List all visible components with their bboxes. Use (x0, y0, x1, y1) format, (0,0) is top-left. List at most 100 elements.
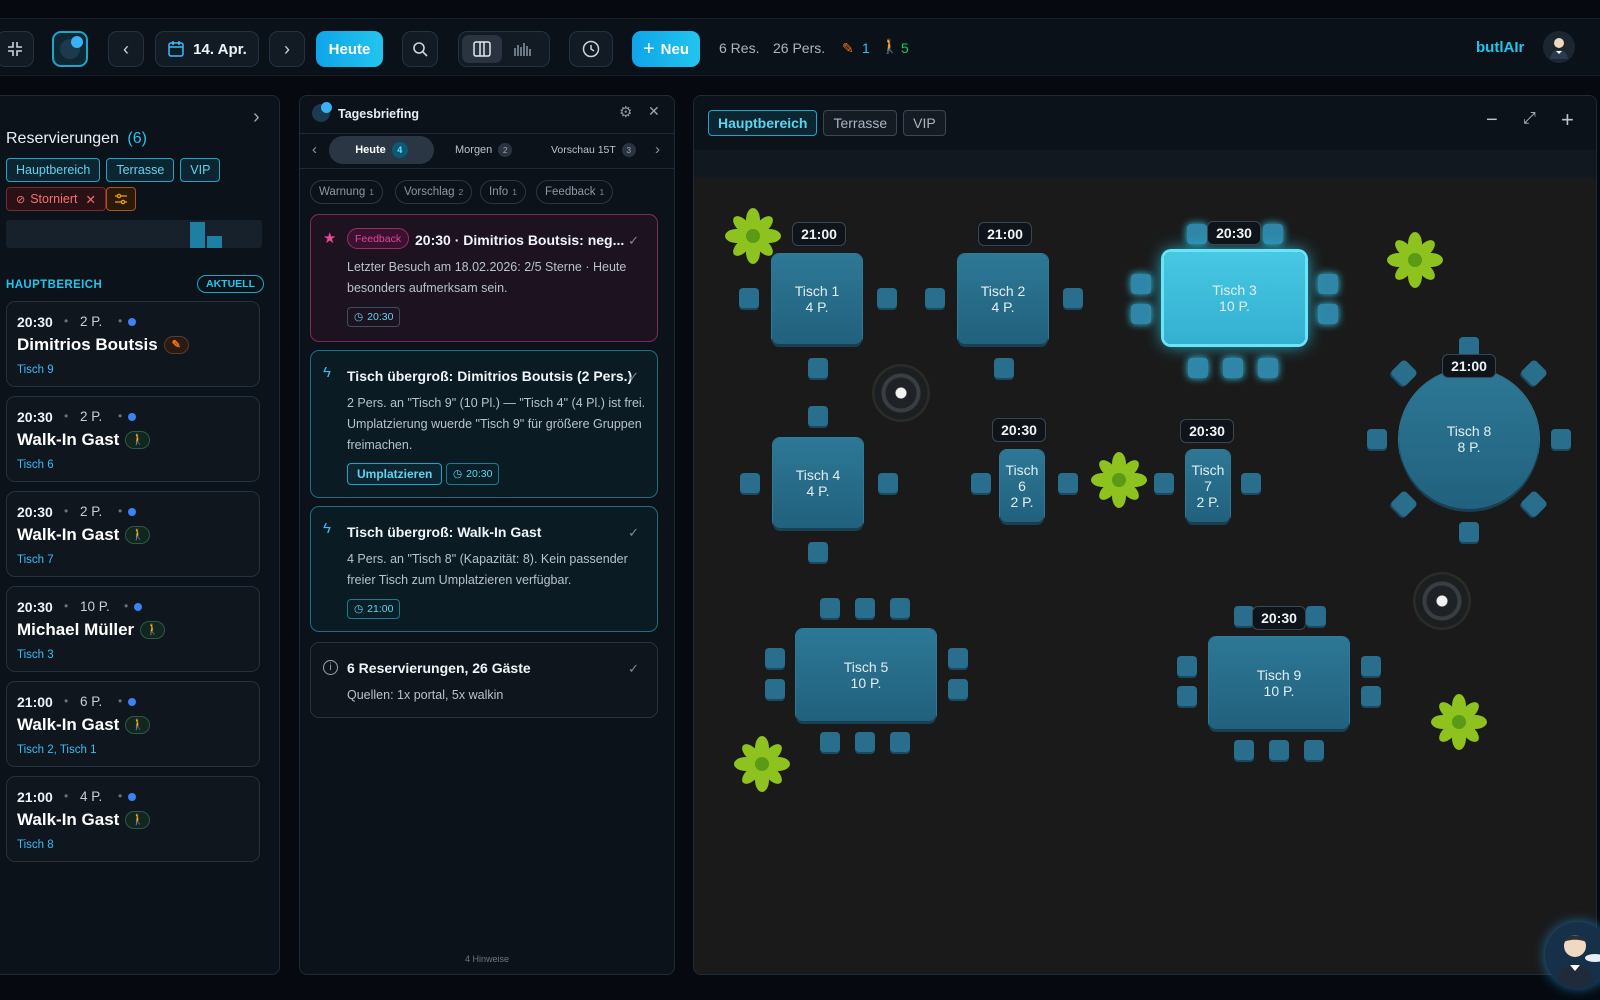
reservation-time: 21:00 (17, 694, 53, 710)
table-tisch-3[interactable]: Tisch 3 10 P. (1164, 252, 1305, 344)
reservation-card[interactable]: 20:30 • 2 P. • Dimitrios Boutsis ✎ Tisch 9 (6, 301, 260, 387)
seat (1318, 274, 1338, 294)
date-label: 14. Apr. (193, 40, 247, 58)
briefing-card-oversize-1[interactable]: ϟ Tisch übergroß: Dimitrios Boutsis (2 P… (310, 350, 658, 498)
tabs-prev-icon[interactable]: ‹ (312, 141, 317, 158)
seat (765, 648, 785, 668)
cancelled-filter-chip[interactable]: ⊘ Storniert ✕ (6, 187, 106, 211)
table-name: Tisch 8 (1446, 423, 1492, 439)
walkin-icon: 🚶 (881, 38, 899, 54)
table-tisch-8[interactable]: Tisch 88 P. (1399, 369, 1539, 509)
table-tisch-2[interactable]: Tisch 24 P. (958, 254, 1048, 344)
dismiss-check-icon[interactable]: ✓ (628, 525, 639, 541)
clock-icon (582, 40, 600, 58)
next-day-button[interactable]: › (269, 31, 305, 67)
today-button[interactable]: Heute (316, 31, 383, 67)
tab-morgen[interactable]: Morgen 2 (455, 136, 525, 164)
assistant-avatar-button[interactable] (1545, 922, 1600, 988)
remove-filter-icon[interactable]: ✕ (85, 192, 95, 207)
briefing-card-summary[interactable]: i 6 Reservierungen, 26 Gäste ✓ Quellen: … (310, 642, 658, 718)
separator: • (64, 409, 69, 423)
dismiss-check-icon[interactable]: ✓ (628, 369, 639, 385)
seat (1241, 473, 1261, 493)
tab-vorschau[interactable]: Vorschau 15T 3 (551, 136, 641, 164)
dismiss-check-icon[interactable]: ✓ (628, 661, 639, 677)
cancelled-label: Storniert (30, 192, 78, 206)
user-avatar[interactable] (1543, 31, 1575, 63)
separator: • (64, 789, 69, 803)
seat (1131, 304, 1151, 324)
tabs-next-icon[interactable]: › (655, 141, 660, 158)
reservation-card[interactable]: 20:30 • 2 P. • Walk-In Gast 🚶 Tisch 7 (6, 491, 260, 577)
history-button[interactable] (569, 31, 613, 67)
subtab-label: Vorschlag (404, 186, 455, 198)
seat (1187, 224, 1207, 244)
table-tisch-4[interactable]: Tisch 44 P. (773, 438, 863, 528)
columns-icon (473, 41, 491, 57)
table-tisch-9[interactable]: Tisch 9 10 P. (1209, 637, 1349, 729)
reservation-time: 20:30 (17, 504, 53, 520)
card-title: 20:30 · Dimitrios Boutsis: neg... (415, 232, 625, 248)
separator: • (64, 599, 69, 613)
subtab-feedback[interactable]: Feedback 1 (536, 180, 614, 204)
gear-icon[interactable]: ⚙ (619, 103, 632, 121)
subtab-warnung[interactable]: Warnung 1 (310, 180, 383, 204)
panel-collapse-chevron-icon[interactable]: › (253, 106, 260, 129)
walkin-badge-icon: 🚶 (125, 810, 151, 829)
briefing-card-oversize-2[interactable]: ϟ Tisch übergroß: Walk-In Gast ✓ 4 Pers.… (310, 506, 658, 632)
separator: • (118, 694, 123, 708)
assistant-toggle[interactable] (52, 31, 88, 67)
floor-view-button[interactable] (462, 35, 502, 63)
seat (1306, 606, 1326, 626)
seat (1258, 358, 1278, 378)
seat (739, 288, 759, 308)
table-time-badge: 20:30 (1252, 606, 1306, 630)
seat (1188, 358, 1208, 378)
subtab-vorschlag[interactable]: Vorschlag 2 (395, 180, 473, 204)
search-button[interactable] (402, 31, 438, 67)
reservation-list: 20:30 • 2 P. • Dimitrios Boutsis ✎ Tisch 9 20:3… (1, 301, 271, 862)
edit-badge-icon: ✎ (163, 335, 189, 354)
close-icon[interactable]: ✕ (648, 103, 660, 120)
collapse-icon (8, 42, 22, 56)
plant-icon (725, 208, 781, 264)
reservation-time: 21:00 (17, 789, 53, 805)
dismiss-check-icon[interactable]: ✓ (628, 233, 639, 249)
current-badge[interactable]: AKTUELL (197, 275, 264, 293)
prev-day-button[interactable]: ‹ (108, 31, 144, 67)
reservation-card[interactable]: 20:30 • 2 P. • Walk-In Gast 🚶 Tisch 6 (6, 396, 260, 482)
collapse-button[interactable] (0, 31, 34, 67)
separator: • (118, 504, 123, 518)
chevron-right-icon: › (284, 38, 290, 59)
separator: • (64, 314, 69, 328)
timeline-view-button[interactable] (502, 35, 542, 63)
table-tisch-7[interactable]: Tisch 72 P. (1186, 450, 1230, 522)
speaker-icon (872, 364, 930, 422)
filter-hauptbereich[interactable]: Hauptbereich (6, 158, 101, 182)
reservation-name: Walk-In Gast 🚶 (17, 525, 151, 545)
tab-label: Heute (355, 144, 386, 156)
seat (1361, 656, 1381, 676)
briefing-card-feedback[interactable]: ★ Feedback 20:30 · Dimitrios Boutsis: ne… (310, 214, 658, 342)
tab-heute[interactable]: Heute 4 (329, 136, 434, 164)
new-reservation-button[interactable]: + Neu (632, 31, 700, 67)
separator: • (64, 694, 69, 708)
table-name: Tisch 7 (1191, 462, 1225, 494)
subtab-label: Warnung (319, 186, 366, 198)
filter-vip[interactable]: VIP (180, 158, 221, 182)
table-tisch-1[interactable]: Tisch 14 P. (772, 254, 862, 344)
date-picker[interactable]: 14. Apr. (155, 31, 259, 67)
filter-terrasse[interactable]: Terrasse (106, 158, 175, 182)
reservation-card[interactable]: 21:00 • 4 P. • Walk-In Gast 🚶 Tisch 8 (6, 776, 260, 862)
reservation-table: Tisch 3 (17, 649, 54, 661)
card-title: 6 Reservierungen, 26 Gäste (347, 660, 531, 676)
seat (971, 473, 991, 493)
eye-off-icon: ⊘ (16, 193, 26, 206)
subtab-info[interactable]: Info 1 (480, 180, 526, 204)
reservation-card[interactable]: 21:00 • 6 P. • Walk-In Gast 🚶 Tisch 2, Tisch 1 (6, 681, 260, 767)
filter-settings-button[interactable] (106, 187, 136, 211)
table-tisch-5[interactable]: Tisch 5 10 P. (796, 629, 936, 721)
relocate-button[interactable]: Umplatzieren (347, 463, 443, 485)
reservation-card[interactable]: 20:30 • 10 P. • Michael Müller 🚶 Tisch 3 (6, 586, 260, 672)
table-tisch-6[interactable]: Tisch 62 P. (1000, 450, 1044, 522)
